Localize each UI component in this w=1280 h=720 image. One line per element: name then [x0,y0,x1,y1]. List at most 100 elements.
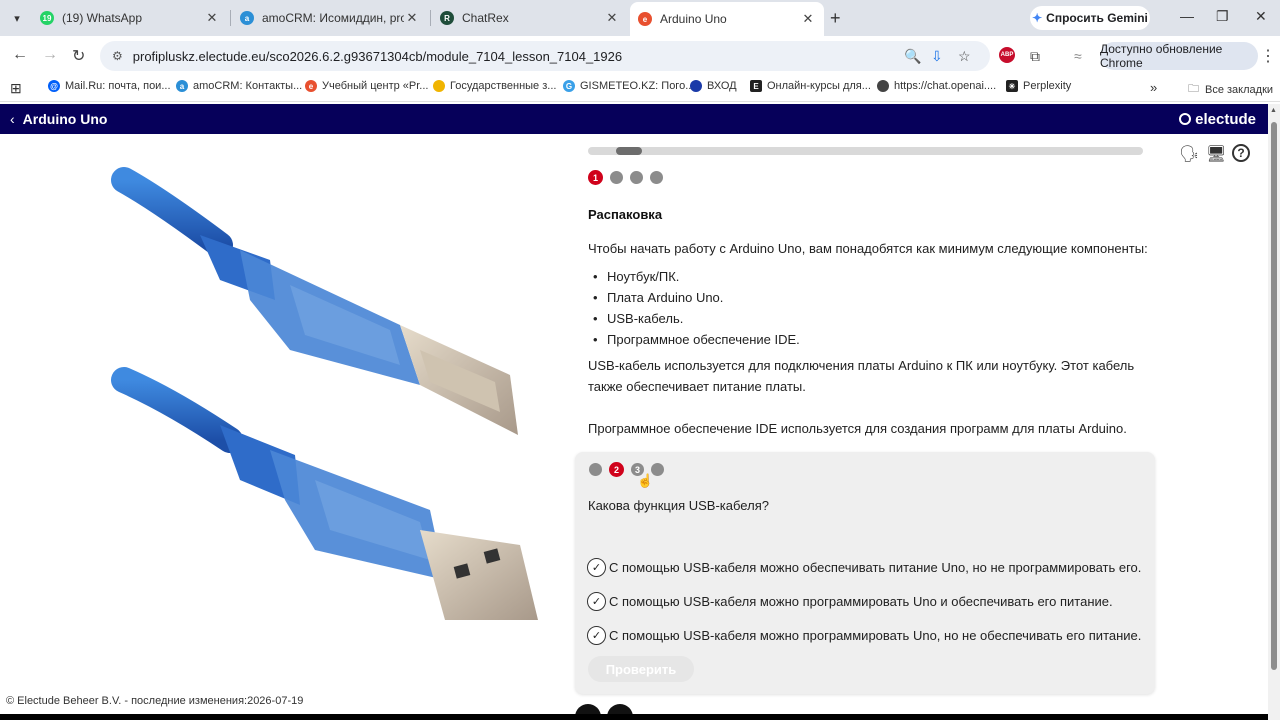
intro-text: Чтобы начать работу с Arduino Uno, вам п… [588,241,1148,256]
extensions-puzzle-icon[interactable]: ⧉ [1030,48,1040,65]
gismeteo-icon: G [563,80,575,92]
bookmark-perplexity[interactable]: ✳ Perplexity [1006,80,1071,92]
tab-whatsapp[interactable]: 19 (19) WhatsApp ✕ [32,4,228,32]
list-item: Плата Arduino Uno. [588,287,1148,308]
quiz-dot-2[interactable]: 2 [609,462,624,477]
forward-arrow-icon[interactable]: → [42,46,58,64]
perplexity-icon: ✳ [1006,80,1018,92]
list-item: USB-кабель. [588,308,1148,329]
apps-grid-icon[interactable]: ⊞ [10,80,22,97]
bookmark-amocrm[interactable]: a amoCRM: Контакты... [176,80,302,92]
bookmarks-bar: ⊞ @ Mail.Ru: почта, пои... a amoCRM: Конта… [0,76,1280,102]
scroll-up-arrow-icon[interactable]: ▲ [1270,107,1277,114]
ide-paragraph: Программное обеспечение IDE используется… [588,421,1127,436]
tab-divider [230,10,231,26]
back-chevron-icon[interactable]: ‹ [10,111,15,127]
section-title: Распаковка [588,207,663,222]
list-item: Программное обеспечение IDE. [588,329,1148,350]
restore-icon[interactable]: ❐ [1216,8,1229,25]
usb-cables-illustration [100,150,550,650]
login-icon [690,80,702,92]
bookmark-gismeteo[interactable]: G GISMETEO.KZ: Пого... [563,80,694,92]
answer-option-3[interactable]: ✓ С помощью USB-кабеля можно программиро… [587,626,1141,645]
close-icon[interactable]: ✕ [604,10,620,26]
check-circle-icon[interactable]: ✓ [587,558,606,577]
close-icon[interactable]: ✕ [404,10,420,26]
bookmark-training-center[interactable]: e Учебный центр «Pr... [305,80,428,92]
courses-icon: E [750,80,762,92]
tab-arduino-uno[interactable]: e Arduino Uno ✕ [630,2,824,36]
bookmark-label: Онлайн-курсы для... [767,80,871,92]
page-scrollbar[interactable]: ▲ [1268,104,1280,720]
option-label: С помощью USB-кабеля можно программирова… [609,628,1142,643]
all-bookmarks-label: Все закладки [1205,83,1274,96]
gemini-label: Спросить Gemini [1046,11,1148,25]
bookmark-online-courses[interactable]: E Онлайн-курсы для... [750,80,871,92]
adblock-plus-icon[interactable]: ABP [999,47,1015,63]
app-header: ‹ Arduino Uno electude [0,104,1268,134]
step-dot-4[interactable] [650,171,663,184]
ask-gemini-button[interactable]: ✦ Спросить Gemini [1030,6,1150,30]
check-circle-icon[interactable]: ✓ [587,592,606,611]
bookmark-star-icon[interactable]: ☆ [958,48,971,65]
tab-amocrm[interactable]: a amoCRM: Исомиддин, profiplu ✕ [232,4,428,32]
answer-option-1[interactable]: ✓ С помощью USB-кабеля можно обеспечиват… [587,558,1141,577]
tab-chatrex[interactable]: R ChatRex ✕ [432,4,628,32]
url-omnibox[interactable]: ⚙ profipluskz.electude.eu/sco2026.6.2.g9… [100,41,990,71]
site-settings-icon[interactable]: ⚙ [112,49,123,63]
back-arrow-icon[interactable]: ← [12,46,28,64]
lesson-progress-bar [588,147,1143,155]
url-text: profipluskz.electude.eu/sco2026.6.2.g936… [132,48,623,64]
tab-title: ChatRex [462,11,509,25]
lesson-text: Чтобы начать работу с Arduino Uno, вам п… [588,238,1148,439]
more-bookmarks-chevron-icon[interactable]: » [1150,80,1157,95]
check-circle-icon[interactable]: ✓ [587,626,606,645]
step-dot-2[interactable] [610,171,623,184]
tab-strip: ▾ 19 (19) WhatsApp ✕ a amoCRM: Исомиддин… [0,0,1280,36]
reload-icon[interactable]: ↻ [72,46,85,66]
chrome-menu-icon[interactable]: ⋮ [1260,46,1276,66]
step-dot-3[interactable] [630,171,643,184]
step-dot-1[interactable]: 1 [588,170,603,185]
tab-title: Arduino Uno [660,12,727,26]
scrollbar-thumb[interactable] [1271,122,1277,670]
bookmark-label: Государственные з... [450,80,557,92]
electude-icon: e [305,80,317,92]
progress-fill [616,147,642,155]
bookmark-goszakup[interactable]: Государственные з... [433,80,556,92]
amocrm-icon: a [176,80,188,92]
footer-copyright: © Electude Beheer B.V. - последние измен… [6,695,304,707]
read-aloud-icon[interactable]: 🗣 [1179,144,1199,164]
zoom-icon[interactable]: 🔍 [904,48,921,65]
bookmark-vhod[interactable]: ВХОД [690,80,737,92]
electude-favicon-icon: e [638,12,652,26]
help-icon[interactable]: ? [1232,144,1250,162]
all-bookmarks-folder[interactable]: 🗀 Все закладки [1188,80,1273,99]
close-icon[interactable]: ✕ [800,11,816,27]
monitor-icon[interactable]: 🖥 [1206,144,1226,164]
option-label: С помощью USB-кабеля можно программирова… [609,594,1113,609]
check-answer-button[interactable]: Проверить [588,656,694,682]
close-icon[interactable]: ✕ [204,10,220,26]
minimize-icon[interactable]: — [1180,8,1194,24]
quiz-dot-1[interactable] [589,463,602,476]
bookmark-label: https://chat.openai.... [894,80,997,92]
components-list: Ноутбук/ПК. Плата Arduino Uno. USB-кабел… [588,266,1148,350]
quiz-step-dots: 2 3 [589,462,671,477]
window-close-icon[interactable]: ✕ [1255,8,1267,25]
bookmark-mailru[interactable]: @ Mail.Ru: почта, пои... [48,80,171,92]
install-app-icon[interactable]: ⇩ [931,48,943,65]
answer-option-2[interactable]: ✓ С помощью USB-кабеля можно программиро… [587,592,1113,611]
usb-cable-image [111,167,538,620]
chatrex-icon: R [440,11,454,25]
tab-search-chevron-icon[interactable]: ▾ [6,7,28,29]
address-bar-row: ← → ↻ ⚙ profipluskz.electude.eu/sco2026.… [0,36,1280,76]
page-title: Arduino Uno [22,111,108,127]
media-icon[interactable]: ≈ [1074,48,1082,64]
mouse-cursor-icon: ☝ [637,473,654,488]
usb-a-cable [111,367,538,620]
bookmark-chatgpt[interactable]: https://chat.openai.... [877,80,996,92]
bottom-edge [0,714,1268,720]
new-tab-plus-icon[interactable]: + [830,8,841,29]
chrome-update-button[interactable]: Доступно обновление Chrome [1100,42,1258,70]
